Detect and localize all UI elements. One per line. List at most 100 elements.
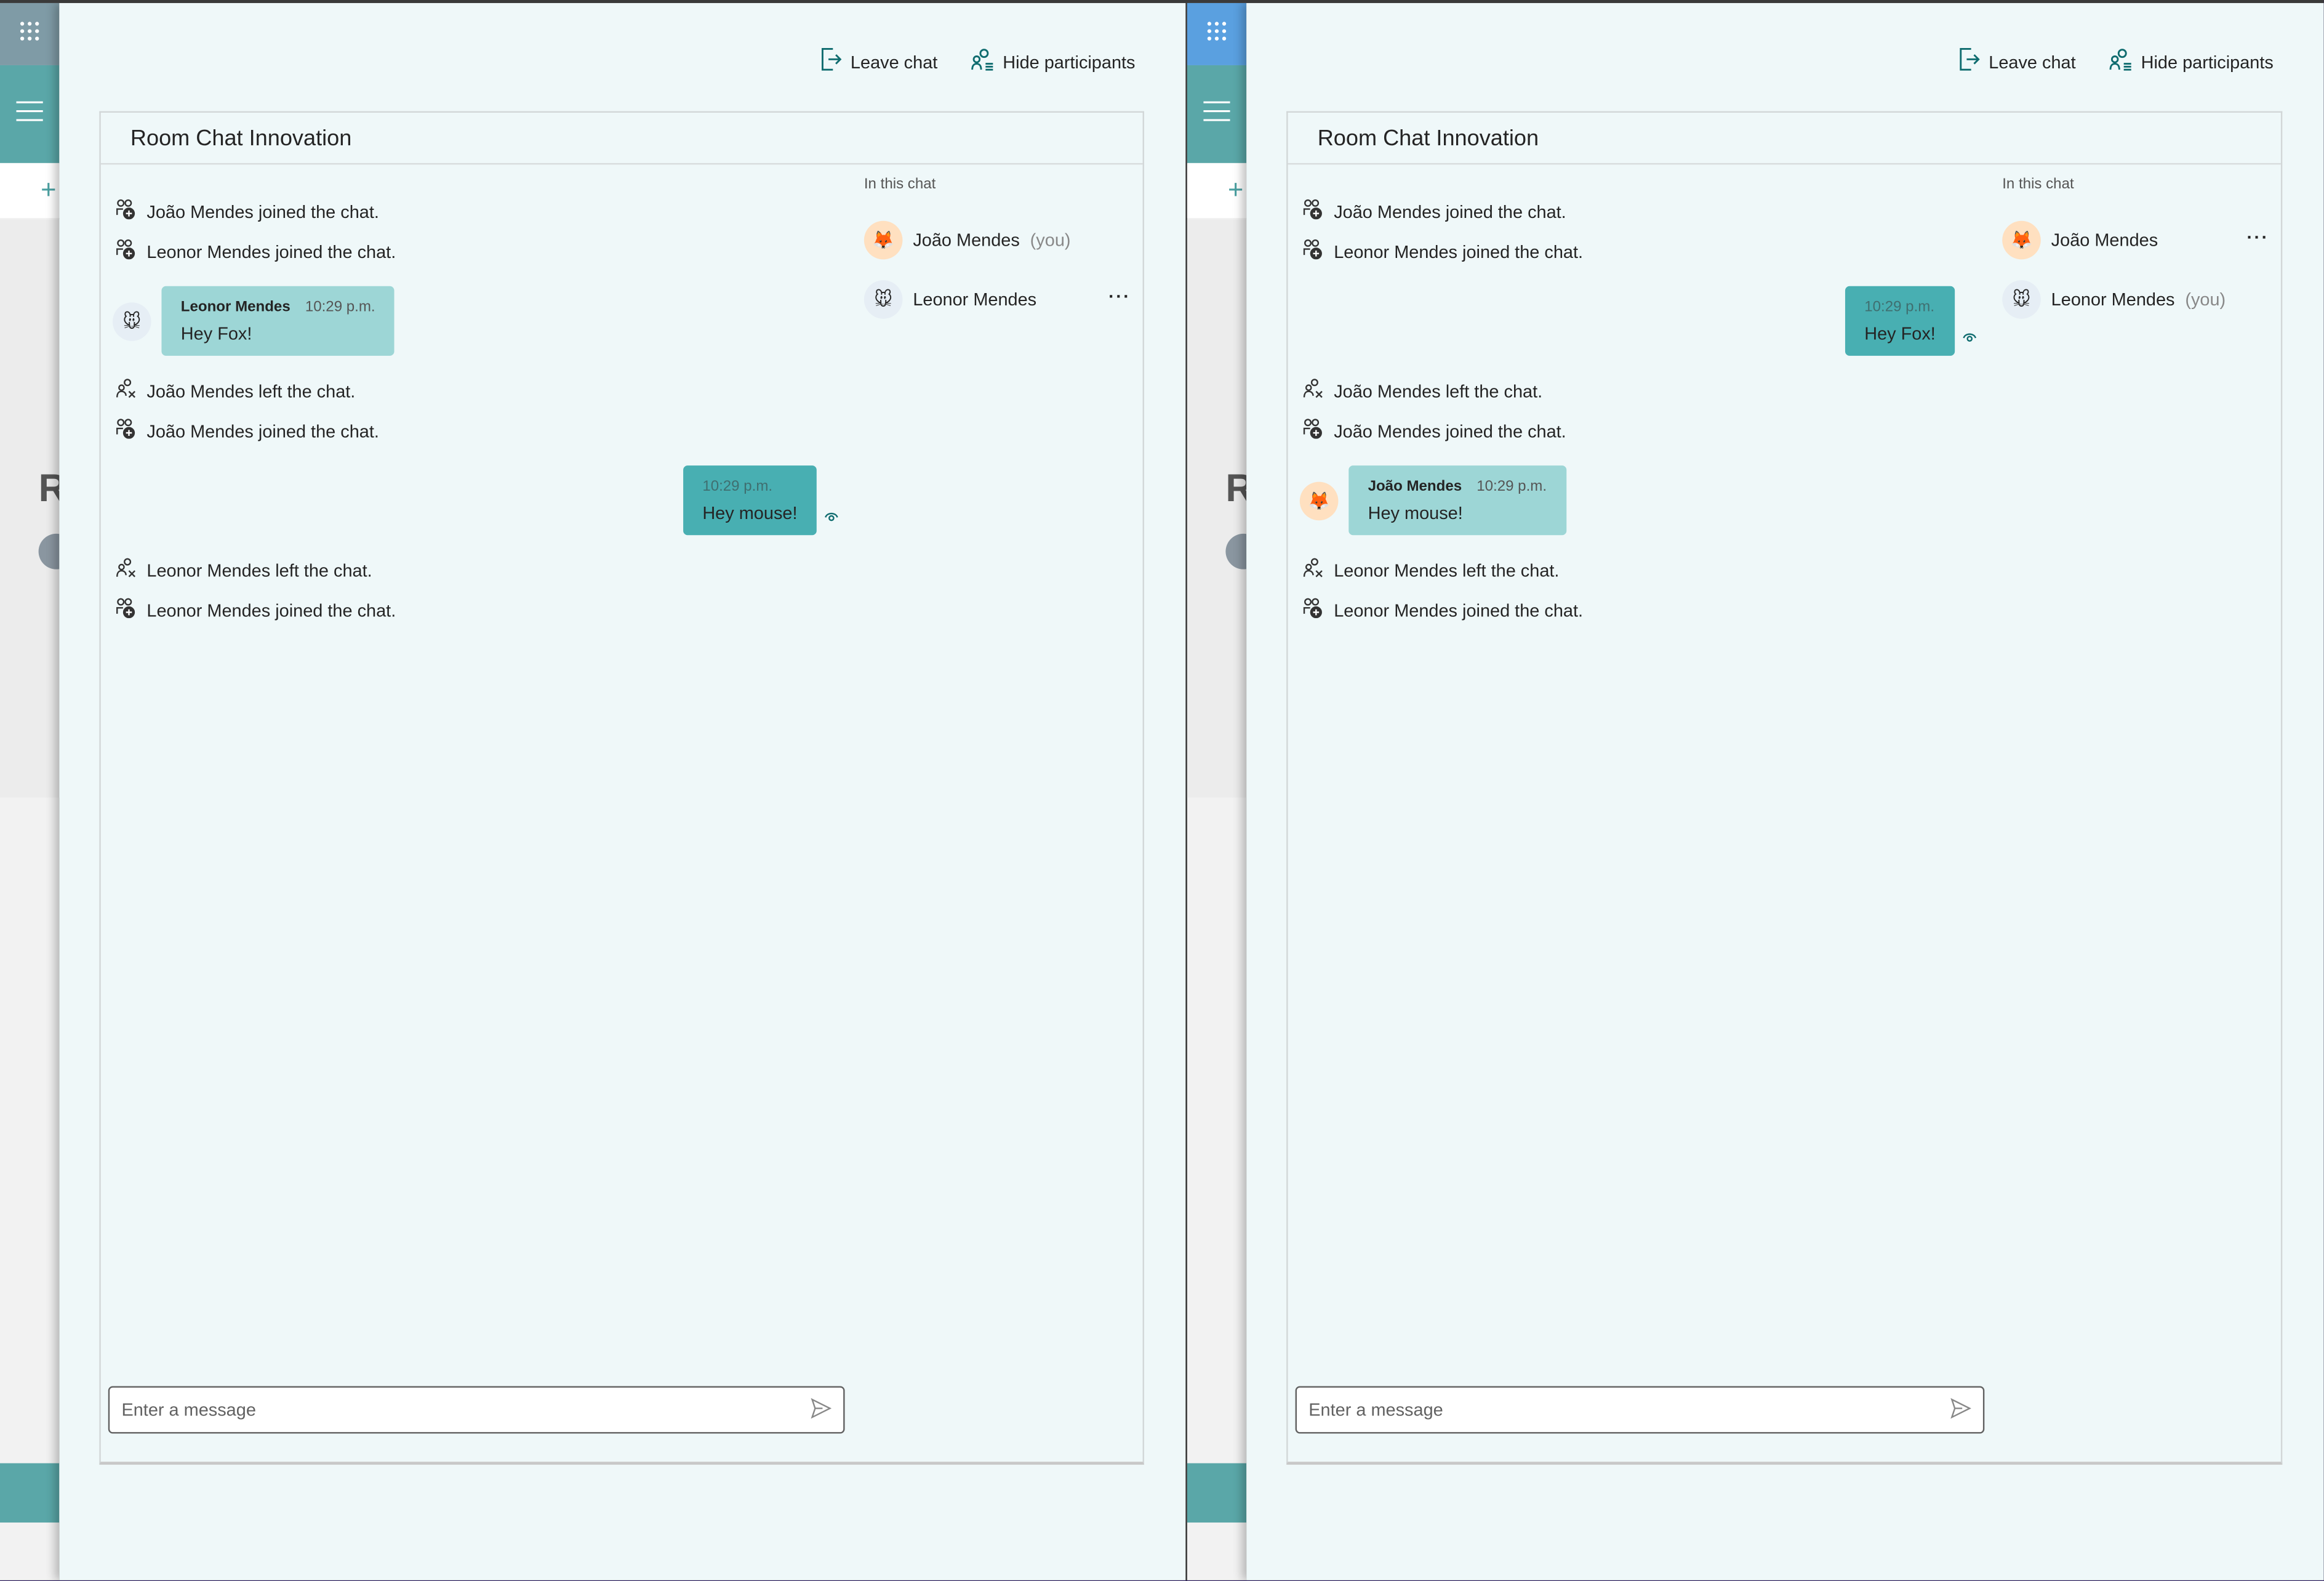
chat-panel: Leave chat Hide participants Room Chat Inn… xyxy=(59,2,1186,1580)
app-grid-icon xyxy=(1206,20,1227,49)
message-text: Hey mouse! xyxy=(1368,502,1463,524)
more-options-icon[interactable]: ··· xyxy=(2247,227,2269,247)
background-footer-logo xyxy=(0,1463,60,1523)
add-icon[interactable]: + xyxy=(1187,163,1247,218)
system-message-text: Leonor Mendes joined the chat. xyxy=(1334,241,1584,262)
message-text: Hey Fox! xyxy=(180,323,252,344)
participants-icon xyxy=(970,47,994,76)
message-thread: João Mendes joined the chat. Leonor Mende… xyxy=(101,164,854,1462)
chat-panel: Leave chat Hide participants Room Chat Inn… xyxy=(1246,2,2324,1580)
system-message: João Mendes left the chat. xyxy=(113,371,854,411)
message-text: Hey Fox! xyxy=(1864,323,1936,344)
chat-container: Room Chat Innovation João Mendes joined t… xyxy=(99,111,1144,1465)
message-input[interactable]: Enter a message xyxy=(1295,1386,1985,1434)
add-icon[interactable]: + xyxy=(0,163,60,218)
system-message-text: João Mendes joined the chat. xyxy=(146,201,379,222)
system-message: Leonor Mendes joined the chat. xyxy=(1300,231,1992,272)
send-icon[interactable] xyxy=(1950,1397,1971,1423)
system-message: João Mendes joined the chat. xyxy=(113,191,854,231)
message-input[interactable]: Enter a message xyxy=(108,1386,845,1434)
person-left-icon xyxy=(1303,557,1324,582)
message-time: 10:29 p.m. xyxy=(1864,299,1935,316)
participant-item[interactable]: 🦊 João Mendes ··· xyxy=(1992,211,2281,270)
read-receipt-eye-icon xyxy=(1962,324,1977,351)
chat-body: João Mendes joined the chat. Leonor Mende… xyxy=(1288,164,2281,1462)
hamburger-menu-icon xyxy=(16,100,43,129)
system-message: Leonor Mendes left the chat. xyxy=(1300,550,1992,590)
system-message: Leonor Mendes joined the chat. xyxy=(113,590,854,630)
mouse-avatar: 🐭 xyxy=(863,280,903,319)
menu-button[interactable] xyxy=(1187,65,1247,163)
send-icon[interactable] xyxy=(811,1397,832,1423)
message-time: 10:29 p.m. xyxy=(1477,478,1547,496)
more-options-icon[interactable]: ··· xyxy=(1108,286,1131,307)
participants-icon xyxy=(2109,47,2133,76)
message-meta: 10:29 p.m. xyxy=(1864,299,1936,315)
person-joined-icon xyxy=(116,199,137,224)
person-left-icon xyxy=(116,557,137,582)
desktop: + R Leave chat Hide participants Room Chat I… xyxy=(0,0,2324,1580)
participants-title: In this chat xyxy=(863,176,936,193)
chat-actions: Leave chat Hide participants xyxy=(821,47,1136,76)
message-time: 10:29 p.m. xyxy=(305,299,375,316)
leave-icon xyxy=(821,47,842,76)
message-thread: João Mendes joined the chat. Leonor Mende… xyxy=(1288,164,1992,1462)
system-message: João Mendes joined the chat. xyxy=(113,411,854,451)
system-message-text: João Mendes left the chat. xyxy=(1334,380,1543,401)
message-meta: João Mendes 10:29 p.m. xyxy=(1368,479,1547,495)
read-receipt-eye-icon xyxy=(824,504,839,531)
fox-avatar: 🦊 xyxy=(863,220,903,260)
app-grid-icon xyxy=(19,20,40,49)
participant-name: Leonor Mendes xyxy=(913,289,1037,310)
message-input-placeholder: Enter a message xyxy=(1308,1399,1443,1420)
leave-icon xyxy=(1959,47,1980,76)
chat-title: Room Chat Innovation xyxy=(100,113,1143,165)
system-message: João Mendes joined the chat. xyxy=(1300,411,1992,451)
app-launcher-button[interactable] xyxy=(0,2,60,65)
participants-title: In this chat xyxy=(2002,176,2074,193)
person-joined-icon xyxy=(1303,418,1324,443)
person-left-icon xyxy=(1303,378,1324,403)
chat-actions: Leave chat Hide participants xyxy=(1959,47,2274,76)
system-message-text: João Mendes joined the chat. xyxy=(1334,420,1566,441)
person-left-icon xyxy=(116,378,137,403)
chat-window: + R Leave chat Hide participants Room Chat I… xyxy=(1187,2,2324,1580)
hide-participants-label: Hide participants xyxy=(1003,51,1136,72)
participants-list: In this chat 🦊 João Mendes ··· 🐭 Leonor Mende… xyxy=(1992,164,2281,1462)
person-joined-icon xyxy=(1303,239,1324,264)
participant-item[interactable]: 🦊 João Mendes (you) xyxy=(854,211,1143,270)
hide-participants-button[interactable]: Hide participants xyxy=(2109,47,2274,76)
mouse-avatar: 🐭 xyxy=(113,302,151,340)
person-joined-icon xyxy=(116,418,137,443)
system-message-text: Leonor Mendes left the chat. xyxy=(146,560,372,581)
chat-body: João Mendes joined the chat. Leonor Mende… xyxy=(101,164,1143,1462)
hide-participants-button[interactable]: Hide participants xyxy=(970,47,1136,76)
system-message-text: Leonor Mendes joined the chat. xyxy=(1334,600,1584,621)
chat-message: 🦊 João Mendes 10:29 p.m. Hey mouse! xyxy=(1299,465,1992,536)
app-launcher-button[interactable] xyxy=(1187,2,1247,65)
leave-chat-button[interactable]: Leave chat xyxy=(821,47,937,76)
sender-name: João Mendes xyxy=(1368,478,1462,496)
person-joined-icon xyxy=(116,597,137,622)
system-message: Leonor Mendes left the chat. xyxy=(113,550,854,590)
participant-item[interactable]: 🐭 Leonor Mendes (you) xyxy=(1992,270,2281,329)
fox-avatar: 🦊 xyxy=(1299,481,1339,520)
message-time: 10:29 p.m. xyxy=(702,478,773,496)
participant-name: João Mendes xyxy=(913,230,1020,251)
message-bubble: 10:29 p.m. Hey Fox! xyxy=(1845,286,1955,356)
menu-button[interactable] xyxy=(0,65,60,163)
leave-chat-button[interactable]: Leave chat xyxy=(1959,47,2076,76)
participant-item[interactable]: 🐭 Leonor Mendes ··· xyxy=(854,270,1143,329)
system-message: João Mendes joined the chat. xyxy=(1300,191,1992,231)
system-message-text: Leonor Mendes left the chat. xyxy=(1334,560,1560,581)
participant-name: João Mendes xyxy=(2051,230,2158,251)
system-message-text: João Mendes left the chat. xyxy=(146,380,356,401)
chat-container: Room Chat Innovation João Mendes joined t… xyxy=(1286,111,2283,1465)
chat-message: 10:29 p.m. Hey Fox! xyxy=(1300,286,1992,356)
system-message-text: João Mendes joined the chat. xyxy=(1334,201,1566,222)
person-joined-icon xyxy=(1303,199,1324,224)
message-input-placeholder: Enter a message xyxy=(121,1399,256,1420)
participant-name: Leonor Mendes xyxy=(2051,289,2175,310)
you-label: (you) xyxy=(2185,289,2226,310)
message-text: Hey mouse! xyxy=(702,502,798,524)
